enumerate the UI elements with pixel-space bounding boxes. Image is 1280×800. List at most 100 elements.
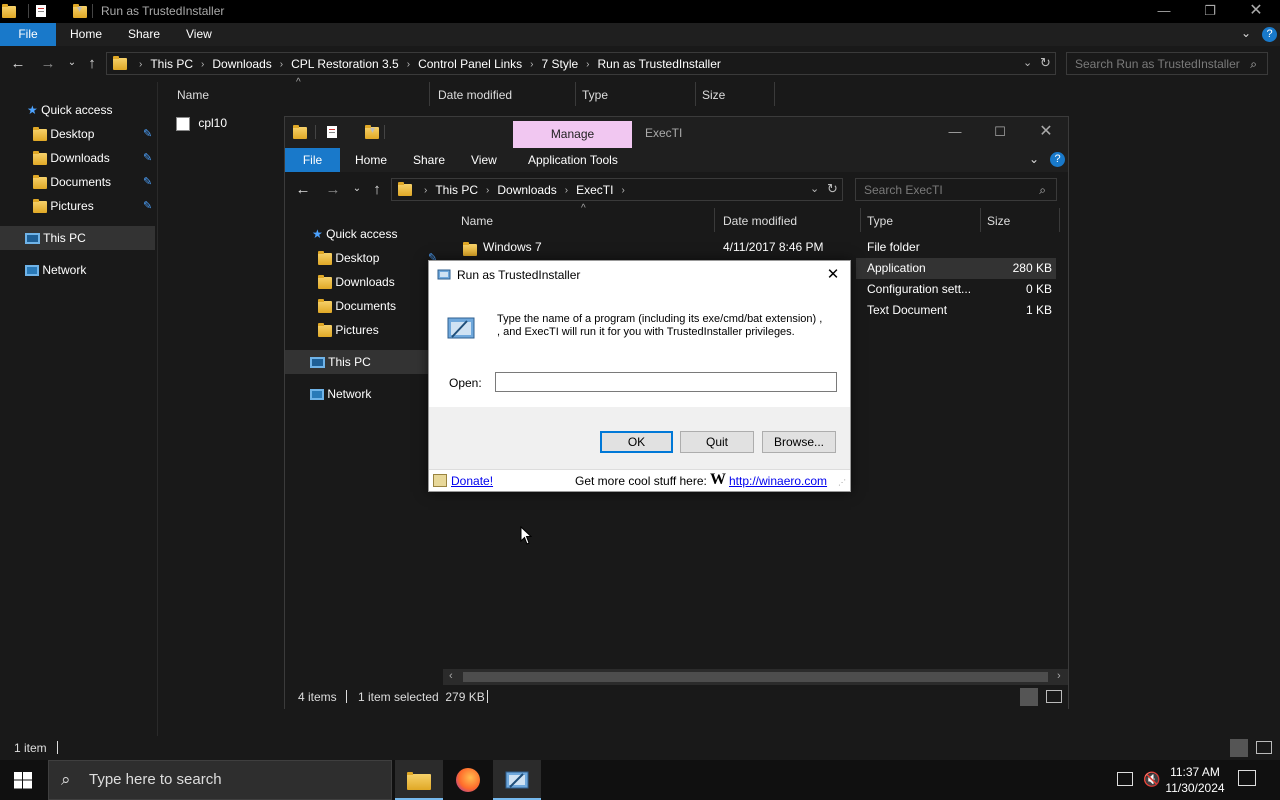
- restore-icon[interactable]: ❐: [1187, 0, 1233, 23]
- file-row[interactable]: cpl10: [176, 113, 286, 134]
- large-icons-view-icon[interactable]: [1046, 690, 1062, 703]
- refresh-icon[interactable]: ↻: [827, 181, 838, 197]
- breadcrumb-control-panel-links[interactable]: Control Panel Links: [418, 57, 522, 71]
- column-separator[interactable]: [695, 82, 696, 106]
- taskbar-run-as-trustedinstaller[interactable]: [493, 760, 541, 800]
- resize-grip-icon[interactable]: ⋰: [838, 478, 846, 487]
- nav-downloads[interactable]: Downloads: [285, 270, 442, 294]
- properties-icon[interactable]: [325, 125, 339, 139]
- breadcrumb-separator[interactable]: ›: [530, 59, 533, 70]
- column-separator[interactable]: [774, 82, 775, 106]
- ok-button[interactable]: OK: [600, 431, 673, 453]
- breadcrumb-run-as-trustedinstaller[interactable]: Run as TrustedInstaller: [598, 57, 721, 71]
- back-arrow-icon[interactable]: ←: [293, 181, 313, 198]
- large-icons-view-icon[interactable]: [1256, 741, 1272, 754]
- tab-file[interactable]: File: [285, 148, 340, 172]
- help-icon[interactable]: ?: [1050, 152, 1065, 167]
- column-size[interactable]: Size: [987, 214, 1010, 228]
- breadcrumb-execti[interactable]: ExecTI: [576, 183, 613, 197]
- minimize-icon[interactable]: —: [1141, 0, 1187, 23]
- breadcrumb-separator[interactable]: ›: [424, 185, 427, 196]
- nav-this-pc[interactable]: This PC: [285, 350, 442, 374]
- nav-network[interactable]: Network: [0, 258, 157, 282]
- details-view-icon[interactable]: [1020, 688, 1038, 706]
- nav-quick-access[interactable]: ★ Quick access: [285, 222, 442, 246]
- expand-ribbon-icon[interactable]: ⌄: [1241, 26, 1251, 40]
- column-date-modified[interactable]: Date modified: [438, 88, 512, 102]
- forward-arrow-icon[interactable]: →: [38, 55, 58, 72]
- address-bar[interactable]: › This PC › Downloads › ExecTI › ⌄ ↻: [391, 178, 843, 201]
- tab-application-tools[interactable]: Application Tools: [514, 148, 632, 172]
- donate-link[interactable]: Donate!: [451, 474, 493, 488]
- tab-view[interactable]: View: [457, 148, 511, 172]
- breadcrumb-separator[interactable]: ›: [280, 59, 283, 70]
- breadcrumb-separator[interactable]: ›: [586, 59, 589, 70]
- column-separator[interactable]: [860, 208, 861, 232]
- tab-home[interactable]: Home: [56, 23, 116, 46]
- maximize-icon[interactable]: ☐: [977, 121, 1023, 144]
- properties-icon[interactable]: [34, 4, 48, 18]
- breadcrumb-separator[interactable]: ›: [407, 59, 410, 70]
- expand-ribbon-icon[interactable]: ⌄: [1029, 152, 1039, 166]
- address-dropdown-icon[interactable]: ⌄: [1023, 56, 1032, 69]
- action-center-icon[interactable]: [1238, 770, 1256, 786]
- open-input[interactable]: [495, 372, 837, 392]
- breadcrumb-separator[interactable]: ›: [486, 185, 489, 196]
- taskbar-file-explorer[interactable]: [395, 760, 443, 800]
- nav-this-pc[interactable]: This PC: [0, 226, 155, 250]
- nav-pictures[interactable]: Pictures ✎: [0, 194, 157, 218]
- taskbar-firefox[interactable]: [444, 760, 492, 800]
- refresh-icon[interactable]: ↻: [1040, 55, 1051, 71]
- back-arrow-icon[interactable]: ←: [8, 55, 28, 72]
- column-separator[interactable]: [980, 208, 981, 232]
- taskbar-clock[interactable]: 11:37 AM 11/30/2024: [1163, 764, 1227, 796]
- quit-button[interactable]: Quit: [680, 431, 754, 453]
- column-type[interactable]: Type: [867, 214, 893, 228]
- search-input[interactable]: Search Run as TrustedInstaller ⌕: [1066, 52, 1268, 75]
- scroll-left-icon[interactable]: ‹: [449, 670, 453, 682]
- tab-view[interactable]: View: [172, 23, 226, 46]
- scroll-right-icon[interactable]: ›: [1057, 670, 1061, 682]
- column-separator[interactable]: [714, 208, 715, 232]
- breadcrumb-downloads[interactable]: Downloads: [497, 183, 556, 197]
- file-row[interactable]: Text Document 1 KB: [856, 300, 1056, 321]
- taskbar-search-input[interactable]: ⌕ Type here to search: [48, 760, 392, 800]
- scrollbar-thumb[interactable]: [463, 672, 1048, 682]
- volume-muted-icon[interactable]: 🔇: [1143, 771, 1160, 788]
- tab-share[interactable]: Share: [114, 23, 174, 46]
- column-name[interactable]: Name: [461, 214, 493, 228]
- nav-desktop[interactable]: Desktop ✎: [0, 122, 157, 146]
- tab-share[interactable]: Share: [399, 148, 459, 172]
- browse-button[interactable]: Browse...: [762, 431, 836, 453]
- minimize-icon[interactable]: —: [932, 121, 978, 144]
- recent-locations-icon[interactable]: ⌄: [62, 57, 82, 68]
- details-view-icon[interactable]: [1230, 739, 1248, 757]
- breadcrumb-this-pc[interactable]: This PC: [435, 183, 478, 197]
- winaero-link[interactable]: http://winaero.com: [729, 474, 827, 488]
- tab-home[interactable]: Home: [341, 148, 401, 172]
- breadcrumb-separator[interactable]: ›: [621, 185, 624, 196]
- forward-arrow-icon[interactable]: →: [323, 181, 343, 198]
- close-icon[interactable]: ✕: [1023, 121, 1069, 144]
- file-row-selected[interactable]: Application 280 KB: [856, 258, 1056, 279]
- breadcrumb-separator[interactable]: ›: [201, 59, 204, 70]
- recent-locations-icon[interactable]: ⌄: [347, 183, 367, 194]
- dialog-close-icon[interactable]: ✕: [822, 264, 844, 286]
- tab-file[interactable]: File: [0, 23, 56, 46]
- address-dropdown-icon[interactable]: ⌄: [810, 182, 819, 195]
- nav-desktop[interactable]: Desktop ✎: [285, 246, 442, 270]
- search-input[interactable]: Search ExecTI ⌕: [855, 178, 1057, 201]
- breadcrumb-7-style[interactable]: 7 Style: [541, 57, 578, 71]
- windows-start-icon[interactable]: [14, 772, 32, 792]
- breadcrumb-separator[interactable]: ›: [565, 185, 568, 196]
- column-name[interactable]: Name: [177, 88, 209, 102]
- nav-quick-access[interactable]: ★ Quick access: [0, 98, 157, 122]
- up-arrow-icon[interactable]: ↑: [367, 181, 387, 198]
- nav-documents[interactable]: Documents: [285, 294, 442, 318]
- column-date-modified[interactable]: Date modified: [723, 214, 797, 228]
- help-icon[interactable]: ?: [1262, 27, 1277, 42]
- file-row[interactable]: Windows 7 4/11/2017 8:46 PM File folder: [443, 237, 1057, 258]
- breadcrumb-separator[interactable]: ›: [139, 59, 142, 70]
- up-arrow-icon[interactable]: ↑: [82, 55, 102, 72]
- column-separator[interactable]: [1059, 208, 1060, 232]
